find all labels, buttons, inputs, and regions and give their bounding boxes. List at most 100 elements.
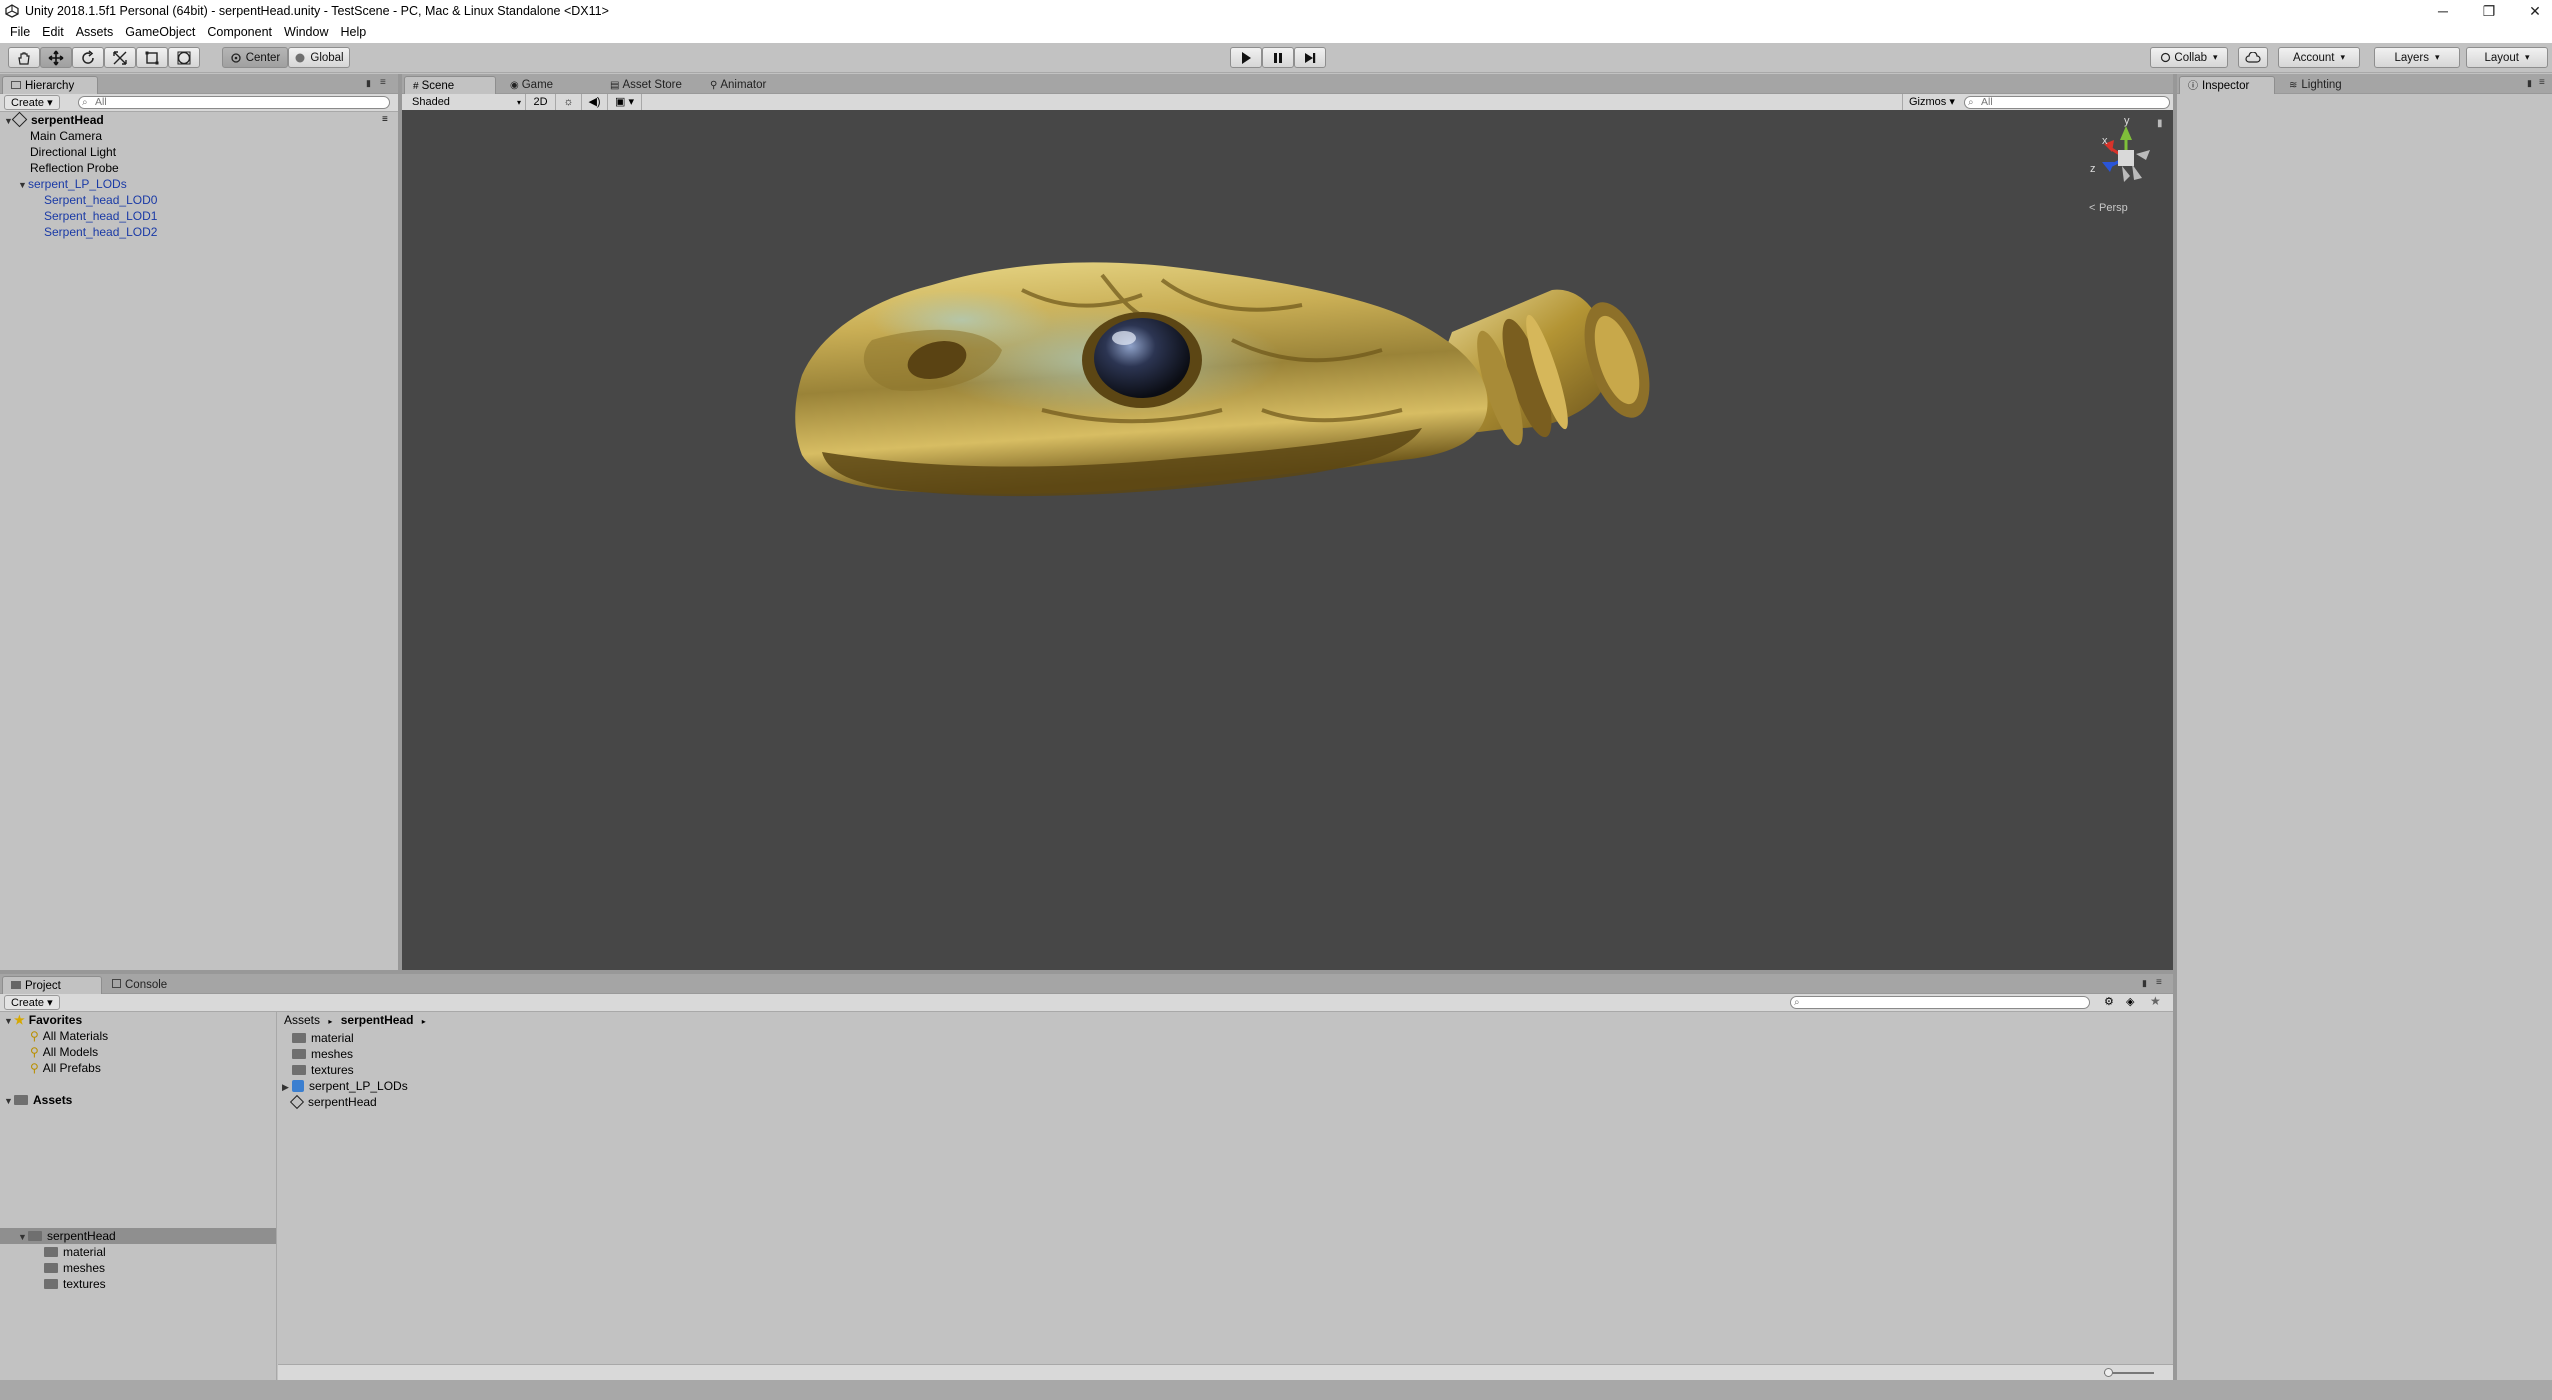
panel-menu-icon[interactable]: ≡ — [380, 77, 386, 88]
hierarchy-item-prefab[interactable]: ▼serpent_LP_LODs — [18, 176, 127, 192]
panel-menu-icon[interactable]: ≡ — [2156, 977, 2162, 988]
tab-scene[interactable]: # Scene — [404, 76, 496, 94]
scene-viewport[interactable]: y x z ▮ Persp < — [402, 110, 2173, 970]
layers-label: Layers — [2394, 51, 2429, 64]
expand-triangle-icon[interactable]: ▼ — [18, 1229, 28, 1245]
hand-tool-button[interactable] — [8, 47, 40, 68]
layout-label: Layout — [2484, 51, 2519, 64]
lock-icon[interactable]: ▮ — [366, 78, 371, 89]
favorite-item[interactable]: ⚲ All Materials — [30, 1028, 108, 1044]
expand-triangle-icon[interactable]: ▶ — [282, 1079, 292, 1095]
tab-animator[interactable]: ⚲ Animator — [702, 76, 774, 94]
gizmos-dropdown[interactable]: Gizmos ▾ — [1902, 94, 1958, 111]
step-button[interactable] — [1294, 47, 1326, 68]
expand-triangle-icon[interactable]: ▼ — [18, 177, 28, 193]
favorite-star-icon[interactable]: ★ — [2150, 994, 2161, 1008]
breadcrumb: Assets ▸ serpentHead ▸ — [284, 1012, 431, 1028]
tab-hierarchy[interactable]: Hierarchy — [2, 76, 98, 94]
bottom-bar — [278, 1364, 2173, 1380]
audio-toggle-icon[interactable]: ◀) — [582, 94, 608, 111]
restore-button[interactable]: ❐ — [2466, 0, 2512, 22]
hierarchy-item-prefab-child[interactable]: Serpent_head_LOD2 — [44, 224, 157, 240]
orientation-gizmo[interactable]: y x z ▮ — [2090, 115, 2163, 182]
tree-item[interactable]: textures — [44, 1276, 106, 1292]
filter-by-label-icon[interactable]: ◈ — [2126, 995, 2134, 1008]
close-button[interactable]: ✕ — [2512, 0, 2552, 22]
file-item[interactable]: textures — [292, 1062, 354, 1078]
rotate-tool-button[interactable] — [72, 47, 104, 68]
scene-root-row[interactable]: ▼ serpentHead ≡ — [4, 111, 394, 128]
hierarchy-searchbar: Create ▾ ⌕ All — [0, 94, 398, 112]
file-item[interactable]: material — [292, 1030, 354, 1046]
hierarchy-search-input[interactable]: ⌕ All — [78, 96, 390, 109]
menu-window[interactable]: Window — [278, 22, 334, 43]
favorites-header[interactable]: ▼★ Favorites — [4, 1012, 82, 1028]
tab-project[interactable]: Project — [2, 976, 102, 994]
hierarchy-item[interactable]: Directional Light — [30, 144, 116, 160]
rect-tool-button[interactable] — [136, 47, 168, 68]
menu-gameobject[interactable]: GameObject — [119, 22, 201, 43]
file-item[interactable]: meshes — [292, 1046, 353, 1062]
menu-help[interactable]: Help — [334, 22, 372, 43]
project-create-button[interactable]: Create ▾ — [4, 995, 60, 1010]
toggle-2d-button[interactable]: 2D — [526, 94, 556, 111]
favorite-item[interactable]: ⚲ All Prefabs — [30, 1060, 101, 1076]
tab-console[interactable]: Console — [104, 976, 175, 994]
lock-icon[interactable]: ▮ — [2142, 978, 2147, 989]
hierarchy-item[interactable]: Reflection Probe — [30, 160, 119, 176]
hierarchy-item-prefab-child[interactable]: Serpent_head_LOD0 — [44, 192, 157, 208]
hierarchy-item-prefab-child[interactable]: Serpent_head_LOD1 — [44, 208, 157, 224]
menu-assets[interactable]: Assets — [70, 22, 120, 43]
menu-component[interactable]: Component — [201, 22, 278, 43]
move-tool-button[interactable] — [40, 47, 72, 68]
menu-edit[interactable]: Edit — [36, 22, 70, 43]
lighting-toggle-icon[interactable]: ☼ — [556, 94, 582, 111]
favorite-item[interactable]: ⚲ All Models — [30, 1044, 98, 1060]
hierarchy-create-button[interactable]: Create ▾ — [4, 95, 60, 110]
transform-tool-button[interactable] — [168, 47, 200, 68]
collab-label: Collab — [2174, 51, 2208, 64]
space-global-button[interactable]: Global — [288, 47, 350, 68]
lock-icon[interactable]: ▮ — [2527, 78, 2532, 89]
slider-thumb[interactable] — [2104, 1368, 2113, 1377]
project-tab-label: Project — [25, 980, 61, 992]
expand-triangle-icon[interactable]: ▼ — [4, 1013, 14, 1029]
pivot-center-button[interactable]: Center — [222, 47, 288, 68]
cloud-button[interactable] — [2238, 47, 2268, 68]
serpent-head-model[interactable]: y x z ▮ Persp < — [402, 110, 2173, 970]
collab-dropdown[interactable]: Collab ▾ — [2150, 47, 2228, 68]
menu-file[interactable]: File — [4, 22, 36, 43]
tab-inspector[interactable]: ⓘ Inspector — [2179, 76, 2275, 94]
tree-item[interactable]: material — [44, 1244, 106, 1260]
chevron-down-icon: ▾ — [2435, 52, 2440, 62]
breadcrumb-item[interactable]: Assets — [284, 1013, 320, 1027]
file-item[interactable]: serpentHead — [289, 1094, 377, 1110]
shading-mode-dropdown[interactable]: Shaded ▾ — [402, 94, 526, 111]
hierarchy-item[interactable]: Main Camera — [30, 128, 102, 144]
account-dropdown[interactable]: Account ▾ — [2278, 47, 2360, 68]
tab-game[interactable]: ◉ Game — [502, 76, 561, 94]
effects-dropdown-icon[interactable]: ▣ ▾ — [608, 94, 642, 111]
tab-lighting[interactable]: ≋ Lighting — [2281, 76, 2350, 94]
assets-root[interactable]: ▼ Assets — [4, 1092, 72, 1108]
tree-item[interactable]: meshes — [44, 1260, 105, 1276]
pause-button[interactable] — [1262, 47, 1294, 68]
breadcrumb-item[interactable]: serpentHead — [341, 1013, 414, 1027]
scale-tool-button[interactable] — [104, 47, 136, 68]
filter-by-type-icon[interactable]: ⚙ — [2104, 995, 2114, 1008]
tree-item-selected[interactable]: ▼ serpentHead — [0, 1228, 276, 1244]
file-item[interactable]: ▶ serpent_LP_LODs — [282, 1078, 408, 1094]
scene-search-input[interactable]: ⌕ All — [1964, 96, 2170, 109]
layers-dropdown[interactable]: Layers ▾ — [2374, 47, 2460, 68]
play-button[interactable] — [1230, 47, 1262, 68]
tab-asset-store[interactable]: ▤ Asset Store — [602, 76, 690, 94]
scene-menu-icon[interactable]: ≡ — [382, 112, 388, 128]
panel-menu-icon[interactable]: ≡ — [2539, 77, 2545, 88]
layout-dropdown[interactable]: Layout ▾ — [2466, 47, 2548, 68]
projection-label[interactable]: Persp — [2099, 202, 2128, 214]
minimize-button[interactable]: ─ — [2420, 0, 2466, 22]
project-file-list: Assets ▸ serpentHead ▸ material meshes t… — [278, 1012, 2173, 1380]
project-search-input[interactable]: ⌕ — [1790, 996, 2090, 1009]
hierarchy-panel: Hierarchy ▮ ≡ Create ▾ ⌕ All ▼ serpentHead… — [0, 74, 398, 970]
expand-triangle-icon[interactable]: ▼ — [4, 1093, 14, 1109]
